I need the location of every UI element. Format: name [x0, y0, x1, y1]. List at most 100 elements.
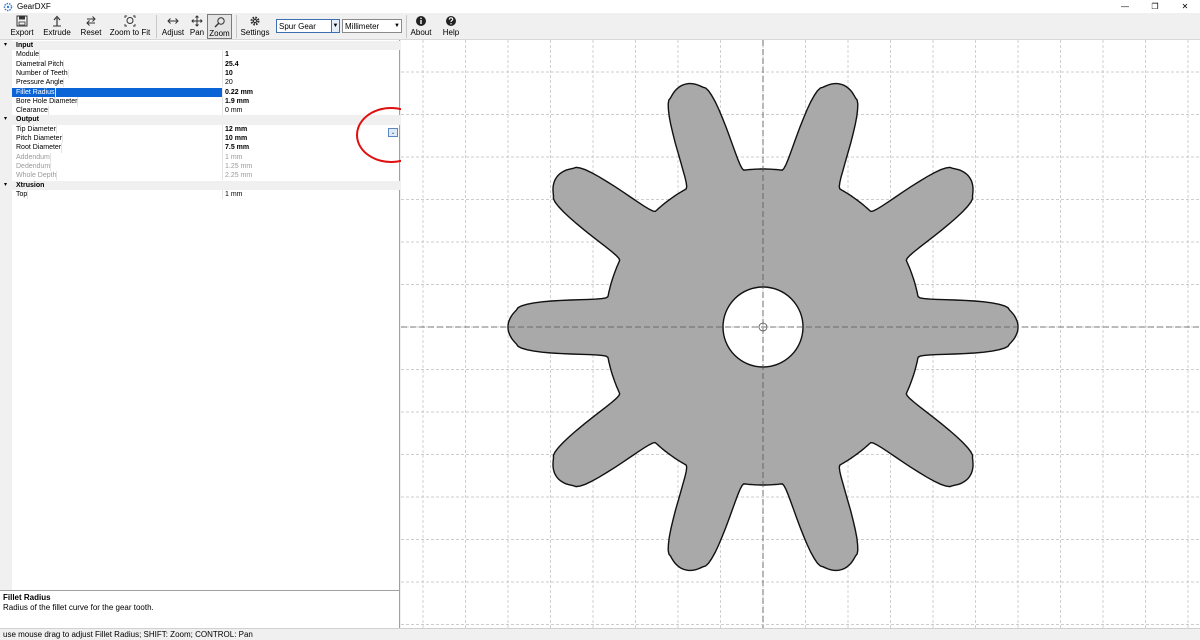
maximize-button[interactable]: ❐ [1140, 0, 1170, 13]
export-button[interactable]: Export [8, 14, 36, 39]
property-label: Module [16, 50, 40, 60]
zoom-button[interactable]: Zoom [207, 14, 232, 39]
gear-app-icon [3, 2, 13, 11]
help-panel: Fillet Radius Radius of the fillet curve… [0, 590, 400, 628]
category-output[interactable]: ▾ Output [0, 115, 400, 125]
property-row-top[interactable]: Top 1 mm [0, 189, 400, 200]
window-title: GearDXF [17, 2, 51, 11]
unit-select[interactable]: Millimeter ▼ [342, 19, 402, 33]
gear-type-select[interactable]: Spur Gear ▼ [276, 19, 340, 33]
info-icon [416, 16, 426, 26]
chevron-down-icon: ▼ [331, 20, 339, 32]
adjust-arrows-icon [167, 18, 179, 24]
adjust-label: Adjust [161, 28, 185, 37]
category-label: Output [16, 116, 39, 124]
collapse-icon[interactable]: ▾ [4, 115, 7, 124]
zoom-fit-icon [124, 15, 136, 27]
property-row-pressure-angle[interactable]: Pressure Angle 20 [0, 78, 400, 88]
property-row-diametral-pitch[interactable]: Diametral Pitch 25.4 [0, 59, 400, 69]
toolbar-separator [406, 15, 407, 38]
gear-drawing[interactable] [401, 40, 1200, 628]
category-label: Input [16, 42, 34, 49]
gear-settings-icon [250, 16, 260, 26]
property-value[interactable]: 1.9 mm [225, 97, 249, 106]
property-value[interactable]: 1 [225, 50, 229, 59]
property-label: Fillet Radius [16, 87, 56, 97]
property-row-addendum[interactable]: Addendum 1 mm [0, 152, 400, 162]
property-label: Pressure Angle [16, 78, 65, 88]
reset-button[interactable]: Reset [79, 14, 103, 39]
pan-button[interactable]: Pan [188, 14, 206, 39]
property-label: Dedendum [16, 161, 52, 172]
toolbar: Export Extrude Reset Zoom to Fit Adjust … [0, 13, 1200, 40]
property-row-clearance[interactable]: Clearance 0 mm [0, 106, 400, 116]
reset-label: Reset [80, 28, 102, 37]
property-value[interactable]: 20 [225, 78, 233, 87]
help-label: Help [442, 28, 460, 37]
property-label: Diametral Pitch [16, 59, 65, 69]
minimize-button[interactable]: — [1110, 0, 1140, 13]
property-value[interactable]: 25.4 [225, 60, 239, 69]
property-label: Top [16, 189, 29, 200]
property-row-bore-hole-diameter[interactable]: Bore Hole Diameter 1.9 mm [0, 96, 400, 107]
property-label: Bore Hole Diameter [16, 96, 79, 107]
property-value[interactable]: 7.5 mm [225, 143, 249, 152]
property-label: Whole Depth [16, 171, 58, 181]
property-grid: ▾ Input Module 1 Diametral Pitch 25.4 Nu… [0, 40, 426, 590]
property-label: Tip Diameter [16, 124, 57, 134]
property-row-fillet-radius[interactable]: Fillet Radius 0.22 mm [0, 87, 400, 97]
help-title: Fillet Radius [3, 593, 51, 602]
property-value: 1 mm [225, 153, 243, 161]
category-input[interactable]: ▾ Input [0, 41, 400, 51]
property-value[interactable]: 10 mm [225, 134, 247, 143]
property-value[interactable]: 10 [225, 69, 233, 78]
property-value[interactable]: 0 mm [225, 106, 243, 115]
property-value[interactable]: 12 mm [225, 125, 247, 134]
unit-value: Millimeter [345, 21, 380, 31]
collapse-icon[interactable]: ▾ [4, 41, 7, 50]
help-question-icon [446, 16, 456, 26]
collapse-icon[interactable]: ▾ [4, 181, 7, 190]
fillet-radius-input[interactable]: 0.22 mm [225, 88, 253, 97]
toolbar-separator [156, 15, 157, 38]
property-row-tip-diameter[interactable]: Tip Diameter 12 mm [0, 124, 400, 134]
property-row-root-diameter[interactable]: Root Diameter 7.5 mm [0, 143, 400, 153]
property-label: Clearance [16, 106, 49, 116]
settings-button[interactable]: Settings [240, 14, 270, 39]
toolbar-separator [236, 15, 237, 38]
zoom-label: Zoom [209, 29, 230, 38]
zoom-to-fit-label: Zoom to Fit [109, 28, 151, 37]
zoom-to-fit-button[interactable]: Zoom to Fit [108, 14, 152, 39]
settings-label: Settings [240, 28, 270, 37]
extrude-label: Extrude [43, 28, 71, 37]
property-value[interactable]: 1 mm [225, 190, 243, 199]
property-value: 1.25 mm [225, 162, 253, 170]
extrude-button[interactable]: Extrude [42, 14, 72, 39]
property-label: Root Diameter [16, 143, 63, 153]
title-bar: GearDXF — ❐ ✕ [0, 0, 1200, 13]
property-row-dedendum[interactable]: Dedendum 1.25 mm [0, 161, 400, 172]
category-xtrusion[interactable]: ▾ Xtrusion [0, 180, 400, 190]
gear-canvas[interactable] [401, 40, 1200, 628]
reset-icon [86, 16, 96, 26]
extrude-icon [53, 15, 61, 27]
chevron-down-icon: ▼ [394, 23, 400, 29]
property-row-module[interactable]: Module 1 [0, 50, 400, 60]
export-label: Export [10, 28, 34, 37]
property-row-whole-depth[interactable]: Whole Depth 2.25 mm [0, 171, 400, 181]
gear-type-value: Spur Gear [279, 21, 316, 31]
category-label: Xtrusion [16, 181, 45, 189]
status-bar: use mouse drag to adjust Fillet Radius; … [0, 628, 1200, 639]
property-row-pitch-diameter[interactable]: Pitch Diameter 10 mm [0, 134, 400, 144]
adjust-button[interactable]: Adjust [160, 14, 186, 39]
magnifier-icon [214, 17, 225, 28]
about-button[interactable]: About [409, 14, 433, 39]
property-value: 2.25 mm [225, 172, 253, 180]
close-button[interactable]: ✕ [1170, 0, 1200, 13]
property-row-number-of-teeth[interactable]: Number of Teeth 10 [0, 68, 400, 79]
about-label: About [410, 28, 432, 37]
help-description: Radius of the fillet curve for the gear … [3, 603, 154, 612]
help-button[interactable]: Help [440, 14, 462, 39]
property-label: Pitch Diameter [16, 134, 63, 144]
pan-label: Pan [189, 28, 205, 37]
